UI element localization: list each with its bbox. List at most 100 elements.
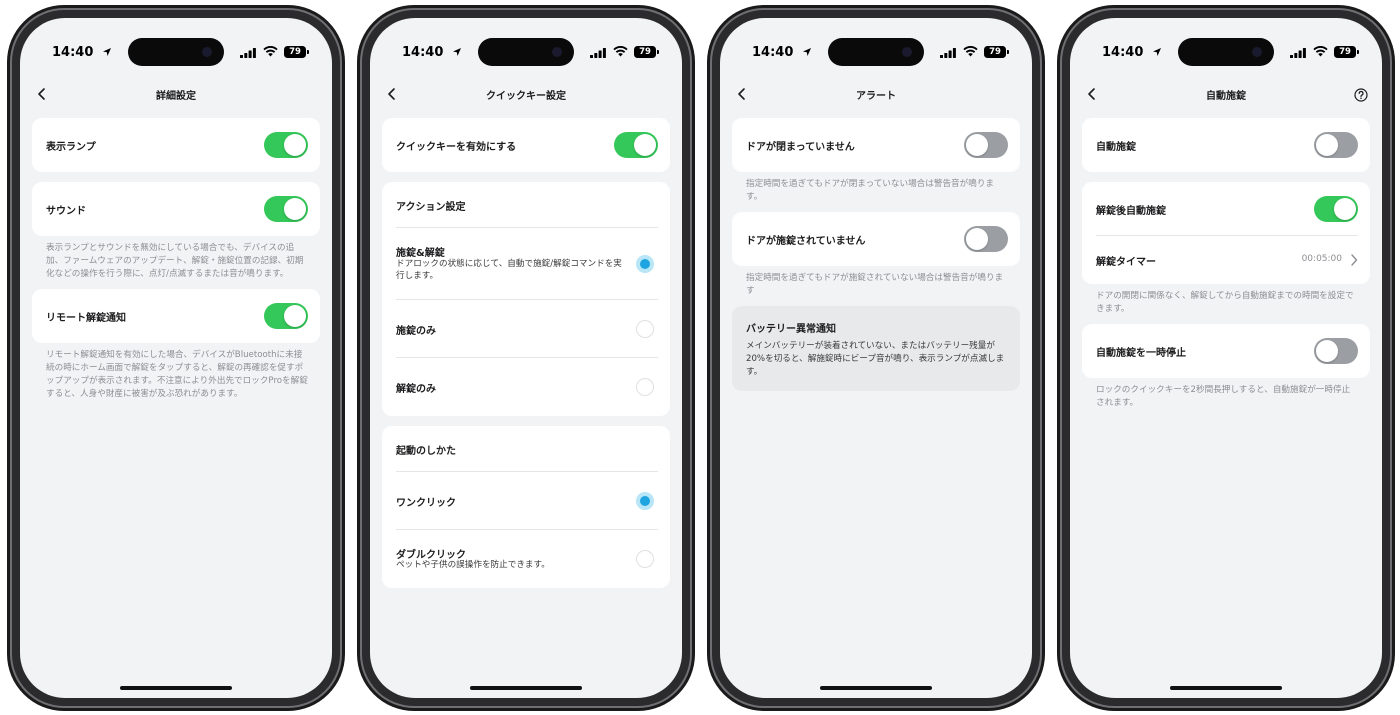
dynamic-island xyxy=(1178,38,1274,66)
home-indicator xyxy=(820,686,932,690)
page-title: 自動施錠 xyxy=(1206,91,1246,102)
help-icon[interactable] xyxy=(1354,88,1368,102)
quick-key-enable-toggle[interactable] xyxy=(614,132,658,158)
sound-toggle[interactable] xyxy=(264,196,308,222)
battery-indicator: 79 xyxy=(1334,46,1359,58)
option-radio[interactable] xyxy=(636,320,654,338)
location-arrow-icon xyxy=(453,48,461,56)
screen-advanced-settings: 14:40 79 詳細設定 表示ランプ サウンド 表示ランプとサウンドを無効にし… xyxy=(20,18,332,698)
setting-description: ロックのクイックキーを2秒間長押しすると、自動施錠が一時停止されます。 xyxy=(1096,385,1351,408)
battery-alert-description: メインバッテリーが装着されていない、またはバッテリー残量が20%を切ると、解施錠… xyxy=(746,341,1005,377)
phone-frame: 14:40 79 自動施錠 自動施錠 解錠後自動施錠 解錠タイマー 00:05:… xyxy=(1060,8,1392,708)
settings-card: ドアが閉まっていません xyxy=(732,118,1020,172)
setting-label: 表示ランプ xyxy=(46,142,96,153)
setting-row-door-unlocked-alert: ドアが施錠されていません xyxy=(732,212,1020,266)
door-unlocked-alert-toggle[interactable] xyxy=(964,226,1008,252)
location-arrow-icon xyxy=(103,48,111,56)
nav-bar: 詳細設定 xyxy=(20,76,332,112)
setting-row-door-open-alert: ドアが閉まっていません xyxy=(732,118,1020,172)
battery-alert-block: バッテリー異常通知 メインバッテリーが装着されていない、またはバッテリー残量が2… xyxy=(732,306,1020,391)
location-arrow-icon xyxy=(1153,48,1161,56)
status-bar: 14:40 79 xyxy=(20,18,332,76)
settings-list: 表示ランプ サウンド 表示ランプとサウンドを無効にしている場合でも、デバイスの追… xyxy=(32,118,320,409)
status-bar: 14:40 79 xyxy=(1070,18,1382,76)
option-description: ペットや子供の誤操作を防止できます。 xyxy=(396,560,550,570)
status-bar: 14:40 79 xyxy=(720,18,1032,76)
section-header: 起動のしかた xyxy=(382,426,670,472)
option-description: ドアロックの状態に応じて、自動で施錠/解錠コマンドを実行します。 xyxy=(396,259,622,281)
pause-auto-lock-toggle[interactable] xyxy=(1314,338,1358,364)
toggle-knob xyxy=(284,134,306,156)
setting-label: 解錠後自動施錠 xyxy=(1096,206,1166,217)
page-title: 詳細設定 xyxy=(156,91,196,102)
option-lock-and-unlock[interactable]: 施錠&解錠 ドアロックの状態に応じて、自動で施錠/解錠コマンドを実行します。 xyxy=(382,228,670,300)
phone-frame: 14:40 79 アラート ドアが閉まっていません 指定時間を過ぎてもドアが閉ま… xyxy=(710,8,1042,708)
setting-description: ドアの開閉に関係なく、解錠してから自動施錠までの時間を設定できます。 xyxy=(1096,291,1354,314)
display-lamp-toggle[interactable] xyxy=(264,132,308,158)
location-arrow-icon xyxy=(803,48,811,56)
cellular-signal-icon xyxy=(940,48,956,58)
home-indicator xyxy=(470,686,582,690)
setting-label: リモート解錠通知 xyxy=(46,313,126,324)
setting-label: ドアが施錠されていません xyxy=(746,236,866,247)
dynamic-island xyxy=(828,38,924,66)
setting-description: リモート解錠通知を有効にした場合、デバイスがBluetoothに未接続の時にホー… xyxy=(46,350,308,399)
auto-lock-toggle[interactable] xyxy=(1314,132,1358,158)
setting-row-remote-unlock-notice: リモート解錠通知 xyxy=(32,289,320,343)
phone-frame: 14:40 79 クイックキー設定 クイックキーを有効にする アクション設定 施… xyxy=(360,8,692,708)
option-unlock-only[interactable]: 解錠のみ xyxy=(382,358,670,416)
section-header-label: 起動のしかた xyxy=(396,446,456,457)
option-one-click[interactable]: ワンクリック xyxy=(382,472,670,530)
settings-list: クイックキーを有効にする アクション設定 施錠&解錠 ドアロックの状態に応じて、… xyxy=(382,118,670,598)
option-radio[interactable] xyxy=(636,550,654,568)
setting-label: 自動施錠 xyxy=(1096,142,1136,153)
settings-card: クイックキーを有効にする xyxy=(382,118,670,172)
status-time: 14:40 xyxy=(52,45,94,60)
settings-card: 解錠後自動施錠 解錠タイマー 00:05:00 xyxy=(1082,182,1370,284)
battery-indicator: 79 xyxy=(984,46,1009,58)
remote-unlock-notice-toggle[interactable] xyxy=(264,303,308,329)
toggle-knob xyxy=(1316,340,1338,362)
battery-indicator: 79 xyxy=(634,46,659,58)
section-header-label: アクション設定 xyxy=(396,202,466,213)
setting-label: 解錠タイマー xyxy=(1096,257,1156,268)
home-indicator xyxy=(1170,686,1282,690)
setting-row-auto-lock: 自動施錠 xyxy=(1082,118,1370,172)
option-radio-selected[interactable] xyxy=(636,492,654,510)
option-lock-only[interactable]: 施錠のみ xyxy=(382,300,670,358)
action-settings-card: アクション設定 施錠&解錠 ドアロックの状態に応じて、自動で施錠/解錠コマンドを… xyxy=(382,182,670,416)
page-title: アラート xyxy=(856,91,896,102)
toggle-knob xyxy=(966,228,988,250)
screen-auto-lock: 14:40 79 自動施錠 自動施錠 解錠後自動施錠 解錠タイマー 00:05:… xyxy=(1070,18,1382,698)
option-radio-selected[interactable] xyxy=(636,255,654,273)
setting-row-quick-key-enable: クイックキーを有効にする xyxy=(382,118,670,172)
nav-bar: アラート xyxy=(720,76,1032,112)
battery-alert-card: バッテリー異常通知 メインバッテリーが装着されていない、またはバッテリー残量が2… xyxy=(732,306,1020,391)
status-bar: 14:40 79 xyxy=(370,18,682,76)
settings-card: 自動施錠 xyxy=(1082,118,1370,172)
wifi-icon xyxy=(613,46,628,57)
settings-card: ドアが施錠されていません xyxy=(732,212,1020,266)
auto-lock-after-unlock-toggle[interactable] xyxy=(1314,196,1358,222)
door-open-alert-toggle[interactable] xyxy=(964,132,1008,158)
settings-list: 自動施錠 解錠後自動施錠 解錠タイマー 00:05:00 ドアの開閉に関係なく、… xyxy=(1082,118,1370,418)
setting-description: 指定時間を過ぎてもドアが閉まっていない場合は警告音が鳴ります。 xyxy=(746,179,995,202)
option-double-click[interactable]: ダブルクリック ペットや子供の誤操作を防止できます。 xyxy=(382,530,670,588)
section-header: アクション設定 xyxy=(382,182,670,228)
setting-label: 自動施錠を一時停止 xyxy=(1096,348,1186,359)
toggle-knob xyxy=(634,134,656,156)
setting-row-auto-lock-after-unlock: 解錠後自動施錠 xyxy=(1082,182,1370,236)
page-title: クイックキー設定 xyxy=(486,91,566,102)
trigger-settings-card: 起動のしかた ワンクリック ダブルクリック ペットや子供の誤操作を防止できます。 xyxy=(382,426,670,588)
nav-bar: クイックキー設定 xyxy=(370,76,682,112)
home-indicator xyxy=(120,686,232,690)
wifi-icon xyxy=(263,46,278,57)
settings-card: サウンド xyxy=(32,182,320,236)
settings-card: 自動施錠を一時停止 xyxy=(1082,324,1370,378)
settings-card: 表示ランプ xyxy=(32,118,320,172)
setting-label: クイックキーを有効にする xyxy=(396,142,517,153)
option-radio[interactable] xyxy=(636,378,654,396)
setting-row-unlock-timer[interactable]: 解錠タイマー 00:05:00 xyxy=(1082,236,1370,284)
toggle-knob xyxy=(284,198,306,220)
toggle-knob xyxy=(284,305,306,327)
